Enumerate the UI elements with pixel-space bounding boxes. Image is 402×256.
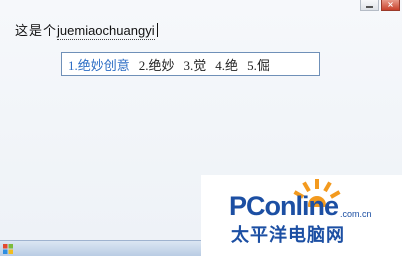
logo-pc: PC (229, 191, 266, 221)
candidate-text: 觉 (193, 58, 207, 74)
ime-candidate-window: 1.绝妙创意 2.绝妙 3.觉 4.绝 5.倔 (61, 52, 320, 76)
typed-text: 这是个 (15, 24, 58, 39)
candidate-5[interactable]: 5.倔 (247, 55, 270, 74)
candidate-number: 1. (68, 57, 78, 73)
candidate-number: 2. (138, 57, 149, 73)
close-button[interactable]: × (381, 0, 400, 11)
candidate-number: 3. (183, 57, 194, 73)
candidate-number: 4. (215, 57, 226, 73)
window-controls: × (360, 0, 400, 11)
candidate-number: 5. (247, 57, 257, 73)
text-caret (156, 23, 158, 37)
ime-composition-line: 这是个 juemiaochuangyi (15, 20, 158, 40)
pconline-watermark: PConline .com.cn 太平洋电脑网 (201, 175, 402, 256)
candidate-text: 绝 (225, 58, 239, 74)
close-icon: × (387, 0, 394, 9)
windows-start-icon[interactable] (3, 244, 13, 254)
minimize-icon (366, 5, 373, 8)
logo-chinese-name: 太平洋电脑网 (231, 225, 345, 246)
composing-pinyin: juemiaochuangyi (57, 23, 155, 40)
candidate-text: 绝妙 (148, 58, 175, 74)
logo-domain: .com.cn (340, 209, 372, 219)
logo-online: online (264, 191, 339, 221)
pconline-logo: PConline (229, 191, 339, 221)
candidate-text: 绝妙创意 (77, 58, 130, 74)
candidate-text: 倔 (256, 58, 270, 74)
candidate-3[interactable]: 3.觉 (184, 55, 207, 74)
minimize-button[interactable] (360, 0, 379, 11)
candidate-1[interactable]: 1.绝妙创意 (68, 55, 130, 74)
candidate-4[interactable]: 4.绝 (215, 55, 238, 74)
candidate-2[interactable]: 2.绝妙 (139, 55, 175, 74)
